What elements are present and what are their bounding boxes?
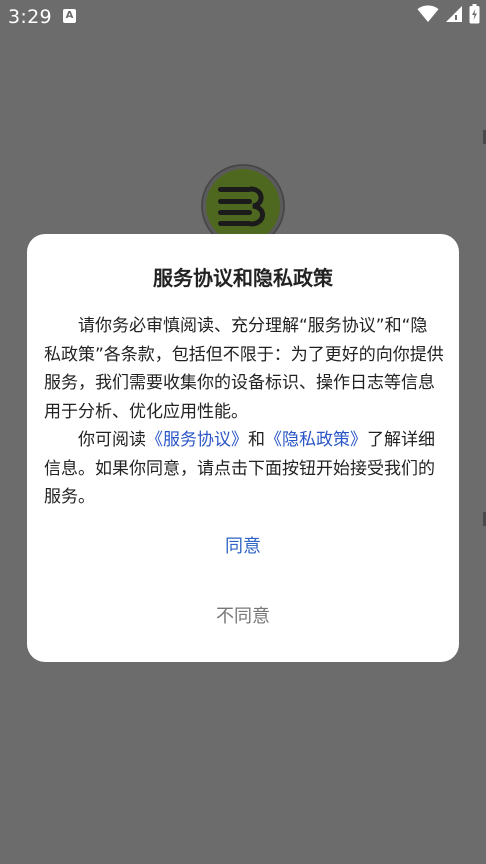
dialog-body: 请你务必审慎阅读、充分理解“服务协议”和“隐私政策”各条款，包括但不限于：为了更… [44,312,444,512]
wifi-icon [417,5,439,27]
dialog-title: 服务协议和隐私政策 [153,266,333,290]
links-and: 和 [248,430,265,450]
links-paragraph: 你可阅读《服务协议》和《隐私政策》了解详细信息。如果你同意，请点击下面按钮开始接… [44,426,444,512]
status-bar: 3:29 A [0,0,486,34]
status-time: 3:29 [8,6,52,28]
privacy-dialog: 服务协议和隐私政策 请你务必审慎阅读、充分理解“服务协议”和“隐私政策”各条款，… [27,234,459,662]
signal-icon [445,5,463,27]
agree-button[interactable]: 同意 [27,530,459,564]
battery-icon [469,4,480,28]
service-agreement-link[interactable]: 《服务协议》 [146,430,248,450]
status-icons [417,4,480,28]
a-letter-icon: A [63,9,76,23]
links-prefix: 你可阅读 [78,430,146,450]
disagree-button[interactable]: 不同意 [27,600,459,634]
screen: 3:29 A 服务协议和隐私政策 请你务必审慎阅读、充分理解“服务协议”和“隐私… [0,0,486,864]
agreement-paragraph: 请你务必审慎阅读、充分理解“服务协议”和“隐私政策”各条款，包括但不限于：为了更… [44,316,444,422]
privacy-policy-link[interactable]: 《隐私政策》 [265,430,367,450]
